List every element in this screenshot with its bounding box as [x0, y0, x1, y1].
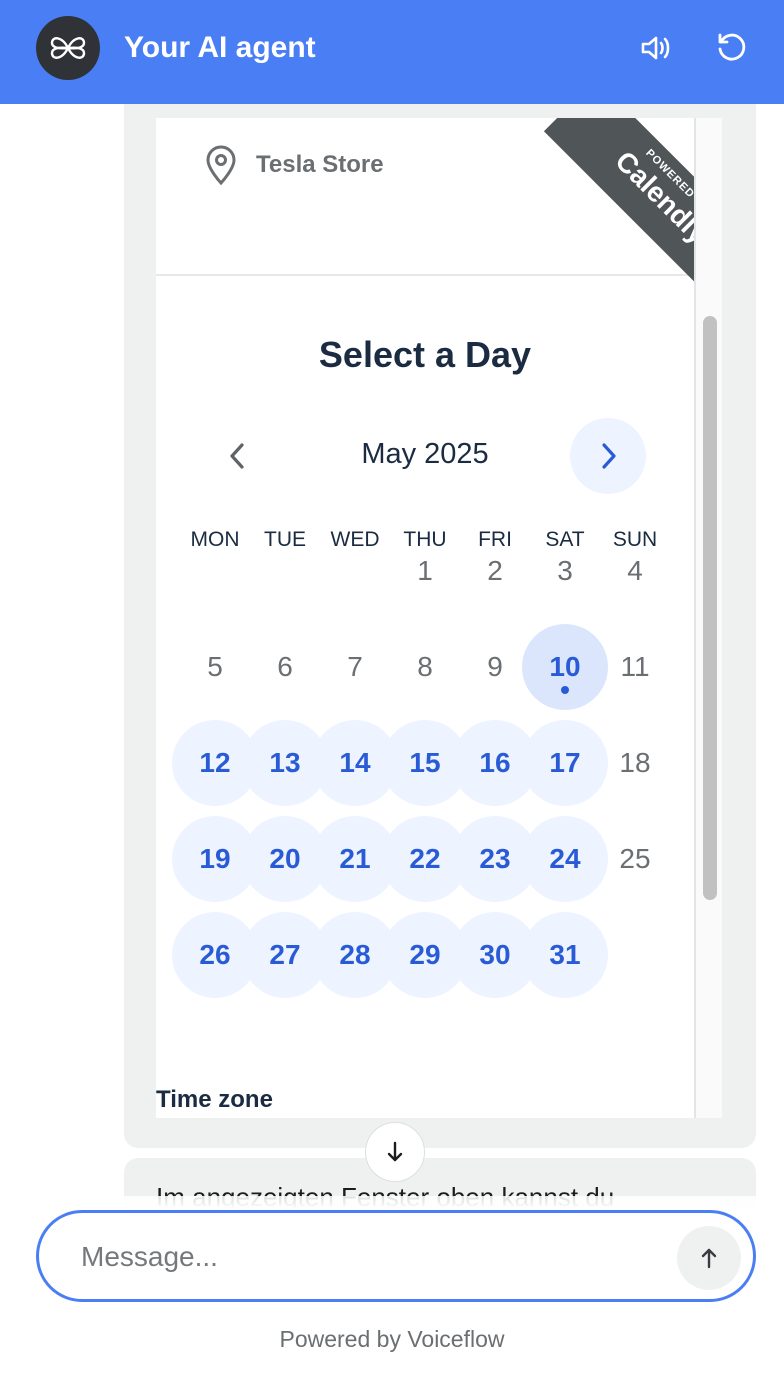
location-name: Tesla Store	[256, 151, 384, 178]
composer-footer: Powered by Voiceflow	[0, 1196, 784, 1376]
day-number: 12	[199, 747, 231, 778]
day-number: 21	[339, 843, 371, 874]
day-18: 18	[592, 720, 678, 806]
calendar-grid: 1 2 3 4 5 6 7 8 9 10 11 12 13 14 15 16 17 18 19 20 21 22 23 24 2…	[172, 555, 670, 1050]
today-indicator	[561, 686, 569, 694]
day-number: 3	[557, 555, 573, 586]
calendly-badge[interactable]: POWERED BY Calendly	[510, 118, 694, 302]
butterfly-logo-icon	[50, 37, 86, 59]
day-number: 10	[549, 651, 581, 682]
day-number: 31	[549, 939, 581, 970]
weekday-wed: WED	[330, 528, 380, 551]
day-number: 7	[347, 651, 363, 682]
day-number: 4	[627, 555, 643, 586]
day-number: 14	[339, 747, 371, 778]
location-row: Tesla Store	[204, 144, 384, 186]
day-number: 27	[269, 939, 301, 970]
day-number: 18	[619, 747, 651, 778]
embed-scrollbar-thumb[interactable]	[703, 316, 717, 900]
day-number: 20	[269, 843, 301, 874]
day-number: 19	[199, 843, 231, 874]
day-4: 4	[592, 528, 678, 614]
next-month-button[interactable]	[570, 418, 646, 494]
day-number: 30	[479, 939, 511, 970]
day-number: 28	[339, 939, 371, 970]
day-number: 25	[619, 843, 651, 874]
day-number: 1	[417, 555, 433, 586]
calendly-embed[interactable]: Tesla Store POWERED BY Calendly Select a…	[156, 118, 722, 1118]
day-number: 11	[620, 651, 650, 682]
calendly-panel: Tesla Store POWERED BY Calendly Select a…	[156, 118, 696, 1118]
powered-by-ribbon: POWERED BY Calendly	[543, 118, 694, 302]
weekday-mon: MON	[190, 528, 240, 551]
day-number: 16	[479, 747, 511, 778]
day-11: 11	[592, 624, 678, 710]
day-number: 17	[549, 747, 581, 778]
day-number: 24	[549, 843, 581, 874]
chevron-right-icon	[602, 443, 616, 469]
map-pin-icon	[206, 145, 236, 186]
calendly-message-bubble: Tesla Store POWERED BY Calendly Select a…	[124, 104, 756, 1148]
day-number: 23	[479, 843, 511, 874]
day-25: 25	[592, 816, 678, 902]
day-number: 26	[199, 939, 231, 970]
day-number: 6	[277, 651, 293, 682]
arrow-down-icon	[387, 1141, 403, 1162]
chat-header: Your AI agent	[0, 0, 784, 104]
day-number: 9	[487, 651, 503, 682]
scroll-to-bottom-button[interactable]	[365, 1122, 425, 1182]
weekday-tue: TUE	[264, 528, 306, 551]
restart-button[interactable]	[712, 28, 752, 68]
sound-button[interactable]	[636, 28, 676, 68]
day-31[interactable]: 31	[522, 912, 608, 998]
day-number: 2	[487, 555, 503, 586]
ribbon-brand-text: Calendly	[609, 145, 694, 250]
send-button[interactable]	[677, 1226, 741, 1290]
message-input[interactable]	[79, 1233, 643, 1281]
chat-area[interactable]: Tesla Store POWERED BY Calendly Select a…	[0, 104, 784, 1376]
day-number: 29	[409, 939, 441, 970]
month-navigation: May 2025	[156, 418, 694, 494]
select-day-title: Select a Day	[318, 334, 532, 375]
day-number: 5	[207, 651, 223, 682]
agent-avatar	[36, 16, 100, 80]
message-composer	[36, 1210, 756, 1302]
timezone-label: Time zone	[156, 1086, 273, 1113]
restart-icon	[718, 33, 746, 61]
day-number: 22	[409, 843, 441, 874]
arrow-up-icon	[701, 1248, 717, 1269]
day-number: 15	[409, 747, 441, 778]
speaker-icon	[641, 36, 670, 60]
powered-by-footer[interactable]: Powered by Voiceflow	[0, 1326, 784, 1353]
agent-title: Your AI agent	[124, 31, 316, 64]
day-number: 13	[269, 747, 301, 778]
day-number: 8	[417, 651, 433, 682]
